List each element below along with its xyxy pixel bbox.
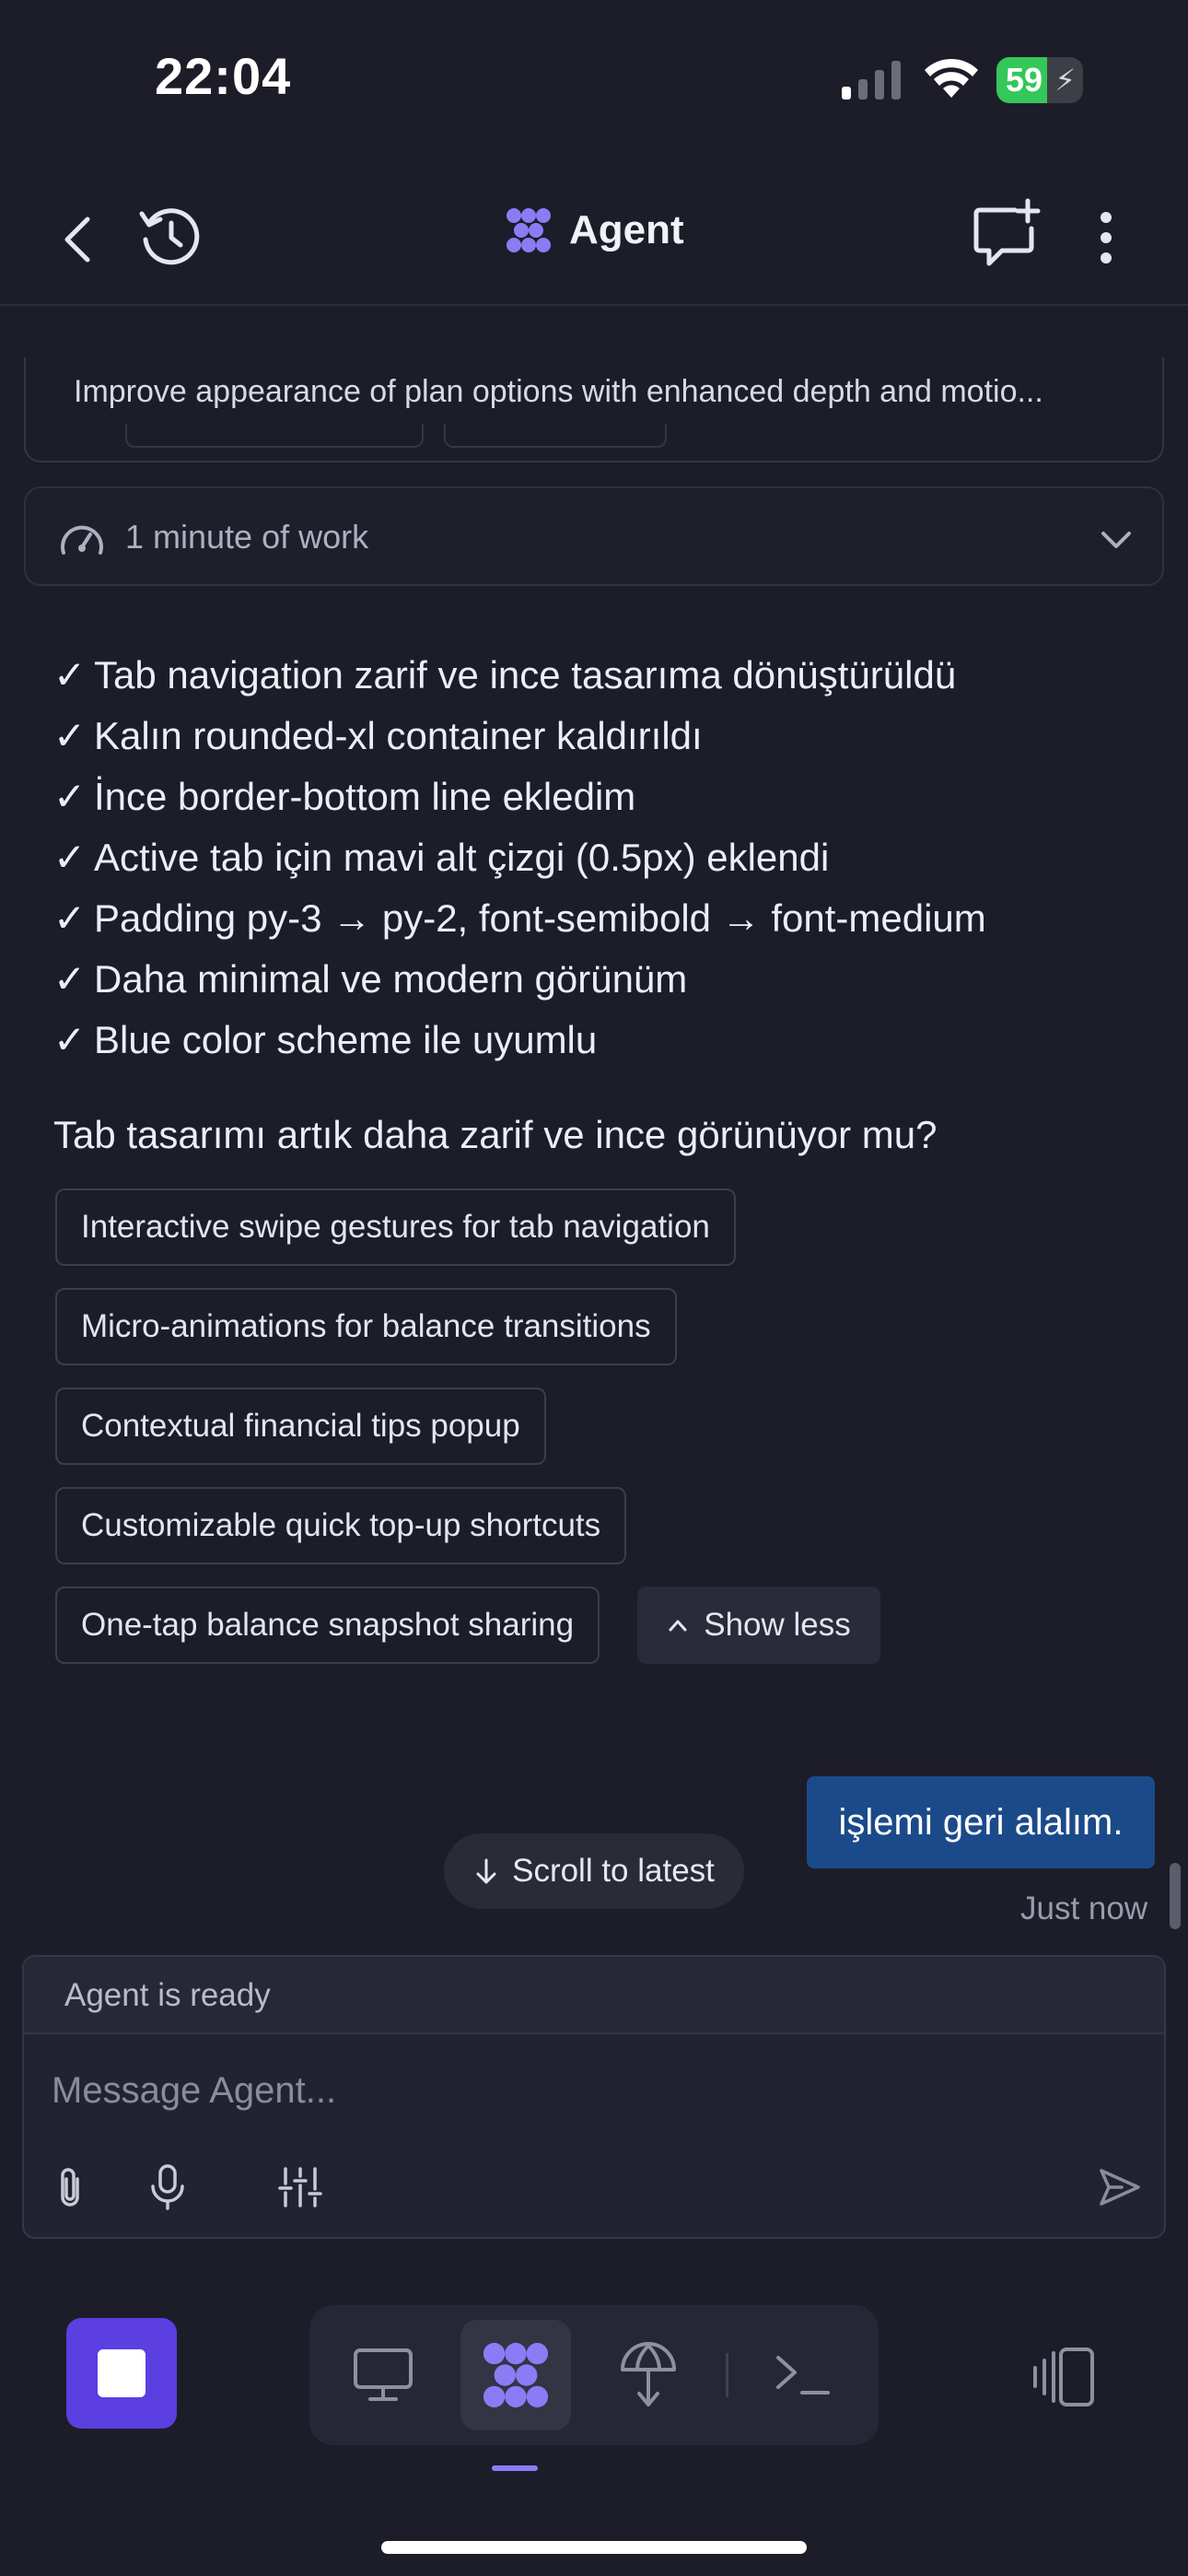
dock-desktop-button[interactable] <box>328 2320 438 2430</box>
checklist-text: Blue color scheme ile uyumlu <box>94 1018 598 1061</box>
plan-option-edge <box>444 424 667 448</box>
cellular-signal-icon <box>842 61 901 100</box>
scroll-to-latest-label: Scroll to latest <box>512 1853 715 1889</box>
checklist-item: ✓ Kalın rounded-xl container kaldırıldı <box>53 706 1159 767</box>
new-chat-icon <box>973 198 1041 266</box>
checklist-item: ✓ Daha minimal ve modern görünüm <box>53 949 1159 1010</box>
dock-deploy-button[interactable] <box>593 2320 704 2430</box>
send-button[interactable] <box>1092 2160 1147 2215</box>
checklist-text: Daha minimal ve modern görünüm <box>94 957 688 1001</box>
settings-sliders-button[interactable] <box>273 2160 328 2215</box>
checkmark-icon: ✓ <box>53 836 87 879</box>
agent-logo-icon <box>507 208 551 252</box>
active-tab-indicator <box>492 2465 538 2471</box>
dock-divider <box>726 2353 728 2397</box>
page-title-group: Agent <box>505 206 684 254</box>
scroll-to-latest-button[interactable]: Scroll to latest <box>444 1833 744 1909</box>
voice-input-button[interactable] <box>140 2160 195 2215</box>
message-timestamp: Just now <box>1020 1891 1148 1926</box>
stop-icon <box>98 2349 146 2397</box>
speedometer-icon <box>61 525 103 555</box>
plan-title: Improve appearance of plan options with … <box>74 374 1043 409</box>
agent-status-text: Agent is ready <box>64 1977 271 2013</box>
top-app-bar: Agent <box>0 175 1188 306</box>
back-button[interactable] <box>46 203 111 276</box>
sliders-icon <box>278 2167 322 2207</box>
more-vertical-icon <box>1101 212 1112 263</box>
terminal-icon <box>776 2356 830 2395</box>
battery-indicator: 59 ⚡ <box>996 57 1083 103</box>
plan-option-edge <box>125 424 424 448</box>
desktop-icon <box>354 2348 413 2401</box>
wifi-icon <box>925 58 978 98</box>
message-composer: Agent is ready <box>22 1955 1166 2239</box>
agent-icon <box>483 2342 549 2408</box>
checklist-item: ✓ İnce border-bottom line ekledim <box>53 767 1159 827</box>
status-time: 22:04 <box>155 47 292 105</box>
send-icon <box>1100 2169 1140 2206</box>
checklist-text: İnce border-bottom line ekledim <box>94 775 636 818</box>
battery-percent: 59 <box>1006 61 1043 99</box>
suggestion-chip[interactable]: Customizable quick top-up shortcuts <box>55 1487 627 1564</box>
chevron-down-icon <box>1101 532 1131 548</box>
arrow-down-icon <box>476 1858 496 1884</box>
deploy-icon <box>621 2342 676 2406</box>
history-icon <box>139 208 200 265</box>
suggestion-chip[interactable]: Interactive swipe gestures for tab navig… <box>55 1188 736 1266</box>
checkmark-icon: ✓ <box>53 957 87 1001</box>
panel-layout-icon <box>1033 2348 1094 2406</box>
checkmark-icon: ✓ <box>53 896 87 940</box>
chevron-left-icon <box>64 217 90 263</box>
microphone-icon <box>151 2164 184 2210</box>
charging-bolt-icon: ⚡ <box>1054 64 1076 97</box>
checklist-text: Kalın rounded-xl container kaldırıldı <box>94 714 703 757</box>
page-title: Agent <box>569 207 684 252</box>
agent-question: Tab tasarımı artık daha zarif ve ince gö… <box>53 1113 938 1156</box>
show-less-label: Show less <box>704 1607 851 1643</box>
scrollbar[interactable] <box>1170 1863 1181 1929</box>
user-message-bubble: işlemi geri alalım. <box>807 1776 1155 1868</box>
suggestion-chip[interactable]: Micro-animations for balance transitions <box>55 1288 677 1365</box>
new-chat-button[interactable] <box>967 195 1044 273</box>
checklist-item: ✓ Active tab için mavi alt çizgi (0.5px) … <box>53 827 1159 888</box>
checkmark-icon: ✓ <box>53 1018 87 1061</box>
stop-button[interactable] <box>66 2318 177 2429</box>
work-duration-row[interactable]: 1 minute of work <box>24 486 1164 586</box>
dock-agent-button[interactable] <box>460 2320 571 2430</box>
plan-card[interactable]: Improve appearance of plan options with … <box>24 357 1164 463</box>
dock-shell-button[interactable] <box>748 2320 858 2430</box>
history-button[interactable] <box>133 199 206 273</box>
checkmark-icon: ✓ <box>53 714 87 757</box>
checklist-text: Active tab için mavi alt çizgi (0.5px) e… <box>94 836 830 879</box>
paperclip-icon <box>61 2168 79 2207</box>
suggestion-chip[interactable]: One-tap balance snapshot sharing <box>55 1587 600 1664</box>
work-duration-label: 1 minute of work <box>125 518 369 556</box>
checklist-item: ✓ Padding py-3 → py-2, font-semibold → fo… <box>53 888 1159 949</box>
home-indicator <box>381 2541 807 2554</box>
panel-toggle-button[interactable] <box>1028 2340 1101 2414</box>
checklist-text: Tab navigation zarif ve ince tasarıma dö… <box>94 653 957 697</box>
show-less-button[interactable]: Show less <box>637 1587 880 1664</box>
chevron-up-icon <box>669 1620 687 1632</box>
agent-status-bar: Agent is ready <box>24 1957 1164 2034</box>
checkmark-icon: ✓ <box>53 653 87 697</box>
checklist-item: ✓ Tab navigation zarif ve ince tasarıma d… <box>53 645 1159 706</box>
suggestion-chip[interactable]: Contextual financial tips popup <box>55 1388 546 1465</box>
checkmark-icon: ✓ <box>53 775 87 818</box>
message-input[interactable] <box>52 2058 1120 2123</box>
checklist-item: ✓ Blue color scheme ile uyumlu <box>53 1010 1159 1071</box>
checklist-text: Padding py-3 → py-2, font-semibold → fon… <box>94 896 986 940</box>
agent-checklist: ✓ Tab navigation zarif ve ince tasarıma d… <box>53 645 1159 1071</box>
attach-button[interactable] <box>42 2160 98 2215</box>
bottom-dock <box>309 2305 879 2445</box>
more-options-button[interactable] <box>1076 201 1136 275</box>
